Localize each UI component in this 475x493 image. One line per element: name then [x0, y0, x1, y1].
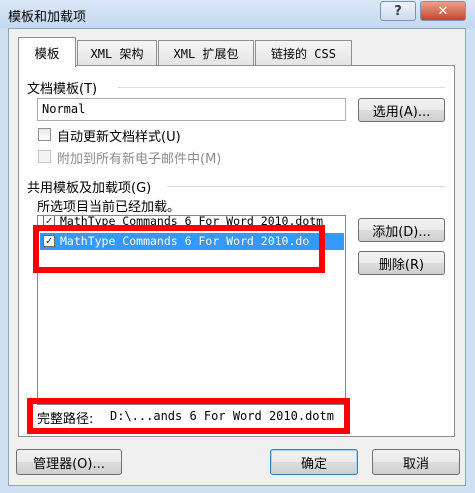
- list-item-checkbox[interactable]: ✓: [43, 235, 55, 247]
- document-template-field[interactable]: Normal: [37, 98, 346, 121]
- close-icon: ✕: [437, 3, 449, 19]
- add-button[interactable]: 添加(D)...: [358, 218, 445, 242]
- tab-xml-expansion-packs[interactable]: XML 扩展包: [158, 40, 254, 65]
- organizer-button[interactable]: 管理器(O)...: [16, 449, 122, 475]
- help-icon: ?: [394, 3, 402, 19]
- list-item-selected[interactable]: ✓ MathType Commands 6 For Word 2010.do: [40, 233, 344, 250]
- divider: [118, 87, 445, 88]
- list-item-label: MathType Commands 6 For Word 2010.dotm: [60, 215, 324, 228]
- button-label: 删除(R): [378, 257, 425, 273]
- help-button[interactable]: ?: [380, 1, 416, 21]
- divider: [167, 186, 445, 187]
- tab-label: XML 扩展包: [173, 46, 239, 61]
- global-templates-list[interactable]: ✓ MathType Commands 6 For Word 2010.dotm…: [37, 215, 346, 405]
- tab-label: 模板: [34, 46, 60, 61]
- list-item[interactable]: ✓ MathType Commands 6 For Word 2010.dotm: [40, 215, 344, 230]
- button-label: 管理器(O)...: [33, 456, 105, 472]
- tab-label: XML 架构: [90, 46, 144, 61]
- cancel-button[interactable]: 取消: [372, 449, 460, 475]
- loaded-items-note: 所选项目当前已经加载。: [37, 200, 181, 215]
- button-label: 确定: [300, 456, 327, 472]
- button-label: 取消: [402, 456, 429, 472]
- document-template-label: 文档模板(T): [27, 82, 98, 97]
- global-templates-label: 共用模板及加载项(G): [27, 181, 152, 196]
- auto-update-checkbox[interactable]: [38, 128, 51, 141]
- auto-update-label: 自动更新文档样式(U): [57, 130, 181, 145]
- full-path-value: D:\...ands 6 For Word 2010.dotm: [110, 409, 334, 423]
- button-label: 选用(A)...: [372, 104, 431, 120]
- remove-button[interactable]: 删除(R): [358, 251, 445, 275]
- window-title: 模板和加载项: [8, 10, 87, 25]
- ok-button[interactable]: 确定: [270, 449, 358, 475]
- attach-email-label: 附加到所有新电子邮件中(M): [57, 152, 222, 167]
- list-item-checkbox[interactable]: ✓: [43, 216, 55, 227]
- button-label: 添加(D)...: [372, 224, 431, 240]
- tab-templates[interactable]: 模板: [18, 37, 76, 67]
- close-button[interactable]: ✕: [420, 1, 466, 21]
- full-path-label: 完整路径:: [37, 412, 94, 427]
- attach-email-checkbox[interactable]: [38, 150, 51, 163]
- tab-xml-schema[interactable]: XML 架构: [77, 40, 157, 65]
- choose-template-button[interactable]: 选用(A)...: [358, 98, 445, 122]
- list-item-label: MathType Commands 6 For Word 2010.do: [60, 234, 310, 248]
- tab-label: 链接的 CSS: [271, 46, 336, 61]
- title-bar: 模板和加载项 ? ✕: [0, 0, 475, 28]
- tab-linked-css[interactable]: 链接的 CSS: [255, 40, 352, 65]
